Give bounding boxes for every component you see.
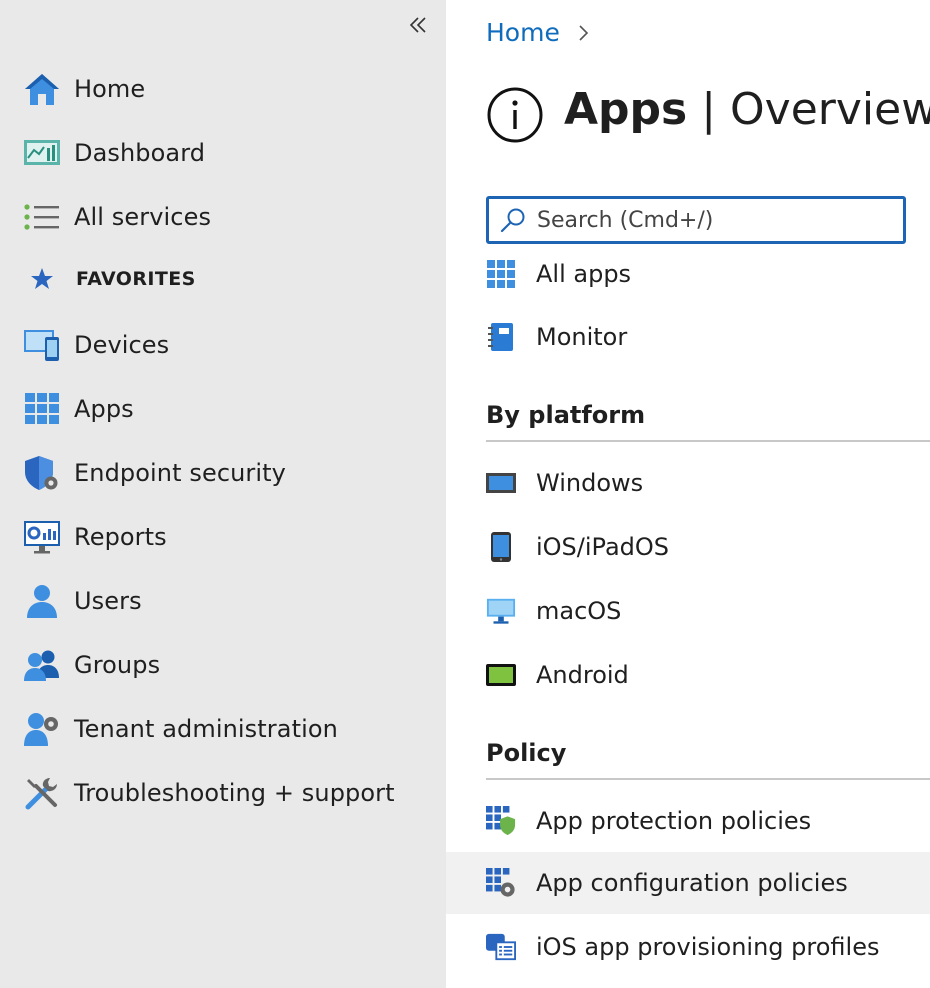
- nav-item-groups[interactable]: Groups: [22, 641, 160, 689]
- menu-item-windows[interactable]: Windows: [446, 452, 930, 514]
- nav-item-label: Apps: [74, 395, 134, 423]
- nav-item-label: Users: [74, 587, 142, 615]
- menu-item-all-apps[interactable]: All apps: [446, 243, 930, 305]
- home-icon: [22, 69, 62, 109]
- list-icon: [22, 197, 62, 237]
- search-box[interactable]: [486, 196, 906, 244]
- monitor-book-icon: [486, 322, 516, 352]
- page-title-rest: | Overview: [687, 83, 930, 135]
- page-title-strong: Apps: [564, 83, 688, 135]
- search-input[interactable]: [537, 207, 897, 233]
- section-header-by-platform: By platform: [486, 390, 930, 442]
- provisioning-profile-icon: [486, 932, 516, 962]
- nav-item-label: All services: [74, 203, 212, 231]
- app-configuration-icon: [486, 868, 516, 898]
- shield-gear-icon: [22, 453, 62, 493]
- menu-item-label: Monitor: [536, 323, 628, 351]
- breadcrumb: Home: [486, 18, 592, 47]
- section-header-policy: Policy: [486, 728, 930, 780]
- nav-item-label: Groups: [74, 651, 161, 679]
- menu-item-ios-app-provisioning-profiles[interactable]: iOS app provisioning profiles: [446, 916, 930, 978]
- double-chevron-left-icon[interactable]: [404, 12, 432, 40]
- nav-item-troubleshooting-support[interactable]: Troubleshooting + support: [22, 769, 395, 817]
- nav-item-tenant-administration[interactable]: Tenant administration: [22, 705, 338, 753]
- menu-item-ios-ipados[interactable]: iOS/iPadOS: [446, 516, 930, 578]
- menu-item-label: macOS: [536, 597, 622, 625]
- nav-item-label: Devices: [74, 331, 170, 359]
- nav-item-label: Dashboard: [74, 139, 206, 167]
- favorites-label: FAVORITES: [76, 268, 196, 290]
- nav-item-label: Tenant administration: [74, 715, 338, 743]
- menu-item-label: iOS app provisioning profiles: [536, 933, 880, 961]
- nav-item-endpoint-security[interactable]: Endpoint security: [22, 449, 286, 497]
- nav-item-home[interactable]: Home: [22, 65, 145, 113]
- menu-item-app-configuration-policies[interactable]: App configuration policies: [446, 852, 930, 914]
- nav-item-label: Home: [74, 75, 146, 103]
- devices-icon: [22, 325, 62, 365]
- menu-item-macos[interactable]: macOS: [446, 580, 930, 642]
- section-title: Policy: [486, 739, 567, 767]
- tenant-admin-icon: [22, 709, 62, 749]
- group-icon: [22, 645, 62, 685]
- menu-item-app-protection-policies[interactable]: App protection policies: [446, 790, 930, 852]
- dashboard-icon: [22, 133, 62, 173]
- favorites-header: FAVORITES: [22, 258, 196, 300]
- menu-item-label: App protection policies: [536, 807, 812, 835]
- breadcrumb-home-link[interactable]: Home: [486, 18, 560, 47]
- apps-grid-icon: [22, 389, 62, 429]
- reports-icon: [22, 517, 62, 557]
- chevron-right-icon: [576, 21, 592, 45]
- android-device-icon: [486, 660, 516, 690]
- nav-item-apps[interactable]: Apps: [22, 385, 134, 433]
- user-icon: [22, 581, 62, 621]
- menu-item-label: Windows: [536, 469, 644, 497]
- menu-item-label: App configuration policies: [536, 869, 848, 897]
- left-navigation: Home Dashboard All services FAVORITES De…: [0, 0, 446, 988]
- app-protection-icon: [486, 806, 516, 836]
- menu-item-label: All apps: [536, 260, 632, 288]
- menu-item-android[interactable]: Android: [446, 644, 930, 706]
- nav-item-label: Reports: [74, 523, 167, 551]
- nav-item-users[interactable]: Users: [22, 577, 142, 625]
- section-title: By platform: [486, 401, 646, 429]
- menu-item-label: Android: [536, 661, 629, 689]
- tools-icon: [22, 773, 62, 813]
- page-header: Apps | Overview: [486, 74, 930, 144]
- page-title: Apps | Overview: [564, 84, 930, 135]
- nav-item-devices[interactable]: Devices: [22, 321, 169, 369]
- nav-item-all-services[interactable]: All services: [22, 193, 211, 241]
- info-icon[interactable]: [486, 86, 544, 144]
- nav-item-label: Troubleshooting + support: [74, 779, 395, 807]
- nav-item-dashboard[interactable]: Dashboard: [22, 129, 205, 177]
- main-content: Home Apps | Overview All apps Monitor By…: [446, 0, 930, 988]
- nav-item-label: Endpoint security: [74, 459, 286, 487]
- ios-device-icon: [486, 532, 516, 562]
- macos-device-icon: [486, 596, 516, 626]
- menu-item-label: iOS/iPadOS: [536, 533, 670, 561]
- apps-grid-icon: [486, 259, 516, 289]
- search-icon: [499, 206, 527, 234]
- star-icon: [22, 259, 62, 299]
- windows-device-icon: [486, 468, 516, 498]
- menu-item-monitor[interactable]: Monitor: [446, 306, 930, 368]
- nav-item-reports[interactable]: Reports: [22, 513, 167, 561]
